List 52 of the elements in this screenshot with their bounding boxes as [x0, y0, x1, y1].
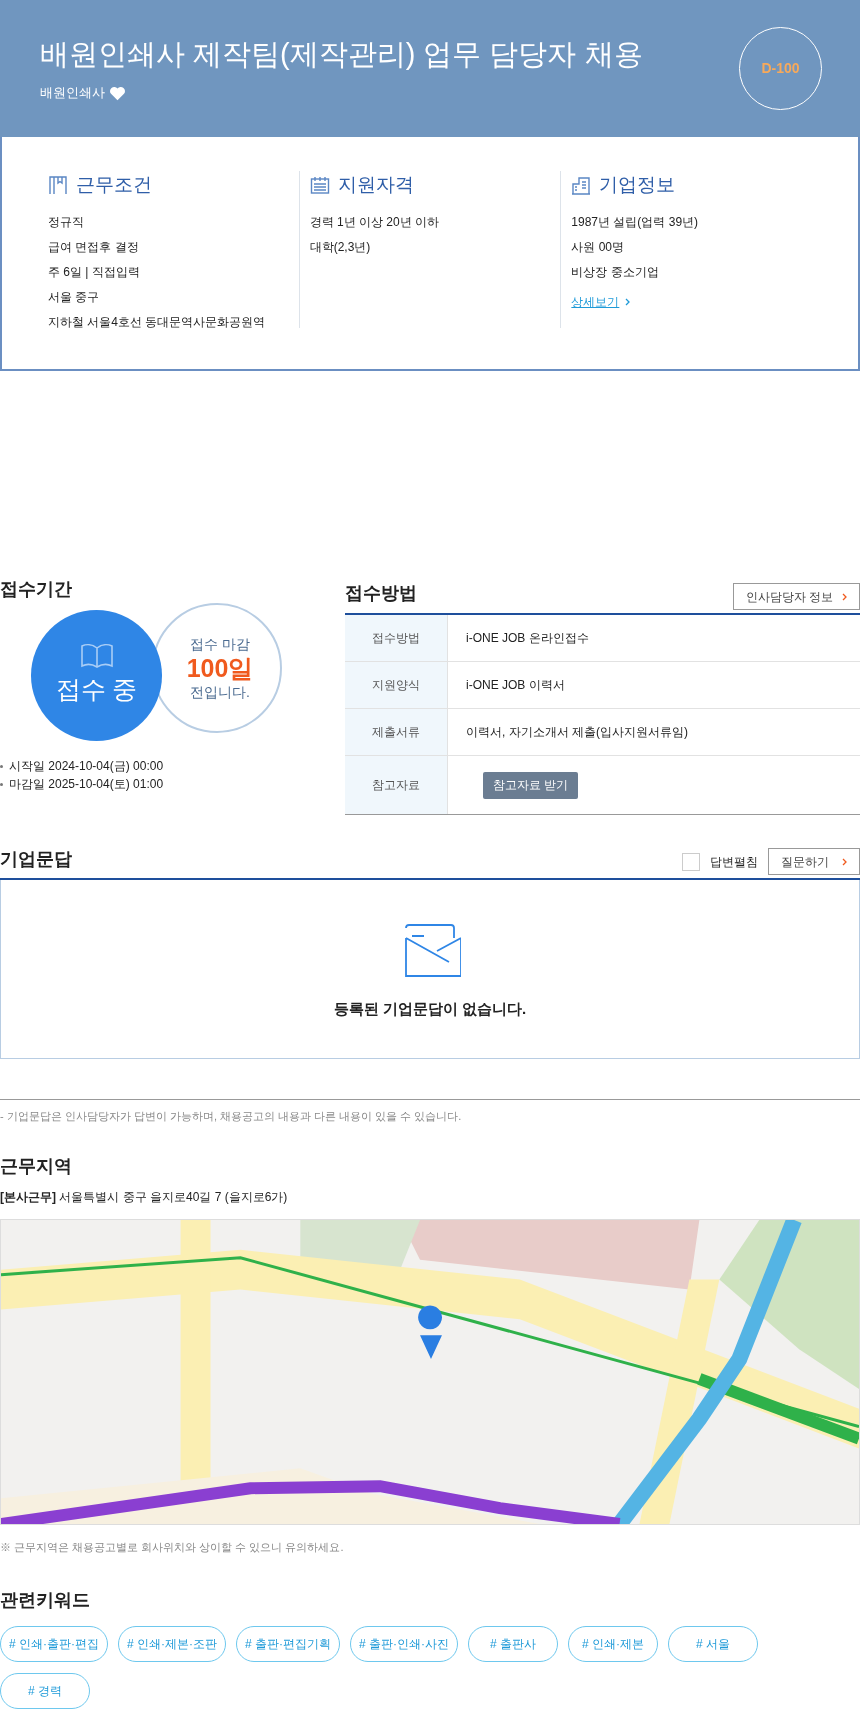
- door-icon: [48, 175, 68, 196]
- info-text: 주 6일 | 직접입력: [48, 263, 141, 281]
- keyword-tag[interactable]: # 서울: [668, 1626, 758, 1662]
- info-text: 비상장 중소기업: [571, 263, 660, 281]
- section-title: 접수방법: [345, 582, 417, 605]
- info-text: 경력 1년 이상 20년 이하: [309, 213, 441, 231]
- detail-link[interactable]: 상세보기: [571, 292, 620, 311]
- checkbox-label: 답변펼침: [710, 853, 758, 871]
- countdown-text: 100일: [186, 653, 254, 683]
- qna-note: - 기업문답은 인사담당자가 답변이 가능하며, 채용공고의 내용과 다른 내용이 있을 수 있습니다.: [0, 1109, 463, 1124]
- section-title: 접수기간: [0, 578, 73, 601]
- info-text: 급여 면접후 결정: [48, 238, 140, 256]
- column-title: 근무조건: [76, 173, 152, 197]
- section-title: 관련키워드: [0, 1589, 91, 1612]
- checkbox[interactable]: [682, 852, 700, 871]
- section-title: 기업문답: [0, 848, 72, 871]
- info-text: 사원 00명: [571, 238, 626, 256]
- column-title: 지원자격: [337, 173, 414, 197]
- book-icon: [79, 642, 114, 669]
- column-title: 기업정보: [599, 173, 676, 197]
- row-value: i-ONE JOB 온라인접수: [466, 630, 589, 647]
- date-text: 시작일 2024-10-04(금) 00:00: [9, 758, 164, 775]
- info-text: 서울 중구: [48, 288, 101, 306]
- info-text: 대학(2,3년): [309, 238, 372, 256]
- company-name[interactable]: 배원인쇄사: [40, 83, 105, 103]
- section-title: 근무지역: [0, 1154, 73, 1178]
- date-text: 마감일 2025-10-04(토) 01:00: [9, 776, 164, 793]
- info-text: 지하철 서울4호선 동대문역사문화공원역: [48, 313, 267, 331]
- row-label: 참고자료: [345, 756, 448, 814]
- contact-button[interactable]: 인사담당자 정보: [733, 583, 860, 610]
- row-label: 접수방법: [345, 615, 448, 661]
- row-label: 제출서류: [345, 709, 448, 755]
- info-text: 1987년 설립(업력 39년): [571, 213, 700, 231]
- chevron-icon: [625, 297, 631, 306]
- chevron-icon: [842, 592, 847, 601]
- ask-button[interactable]: 질문하기: [768, 848, 860, 875]
- countdown-text: 접수 마감: [190, 635, 250, 653]
- map-note: ※ 근무지역은 채용공고별로 회사위치와 상이할 수 있으니 유의하세요.: [0, 1539, 345, 1555]
- calendar-icon: [309, 175, 330, 196]
- row-value: 이력서, 자기소개서 제출(입사지원서류임): [466, 724, 688, 741]
- address-text: [본사근무] 서울특별시 중구 을지로40길 7 (을지로6가): [0, 1188, 289, 1206]
- job-title: 배원인쇄사 제작팀(제작관리) 업무 담당자 채용: [40, 40, 643, 70]
- status-text: 접수 중: [55, 673, 138, 705]
- download-button[interactable]: 참고자료 받기: [483, 771, 579, 799]
- heart-icon[interactable]: [109, 85, 126, 101]
- info-text: 정규직: [48, 213, 85, 231]
- countdown-text: 전입니다.: [190, 683, 250, 701]
- row-label: 지원양식: [345, 662, 448, 708]
- chevron-icon: [842, 857, 847, 866]
- building-icon: [571, 175, 592, 196]
- row-value: i-ONE JOB 이력서: [466, 677, 565, 694]
- empty-message: 등록된 기업문답이 없습니다.: [333, 998, 527, 1019]
